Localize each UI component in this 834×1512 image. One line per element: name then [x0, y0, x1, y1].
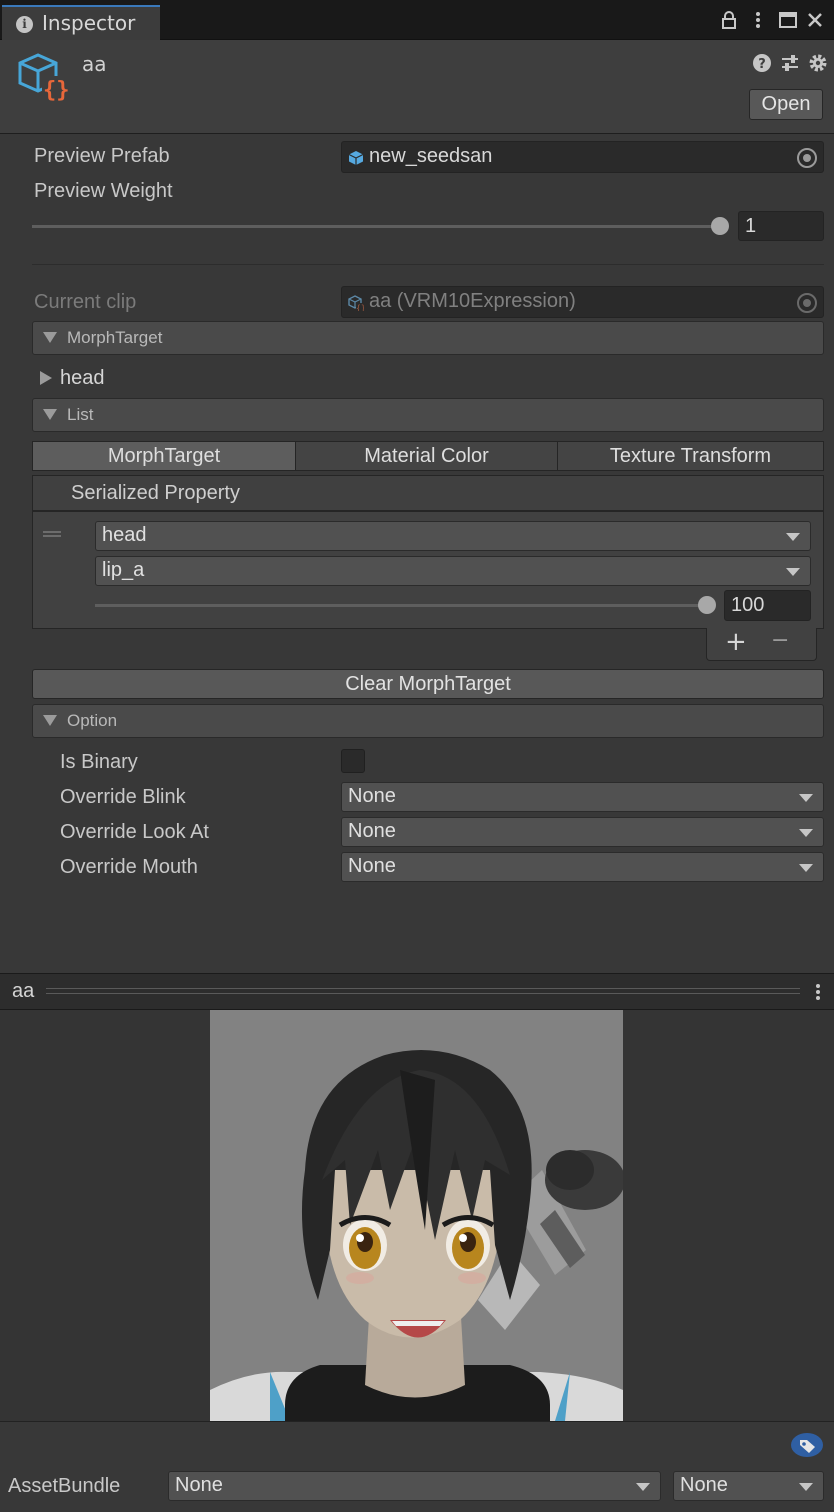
drag-handle-icon[interactable]: [43, 531, 61, 537]
mesh-dropdown[interactable]: head: [95, 521, 811, 551]
current-clip-field: {} aa (VRM10Expression): [341, 286, 824, 318]
maximize-icon[interactable]: [778, 10, 798, 30]
override-mouth-label: Override Mouth: [60, 856, 198, 878]
asset-bundle-variant-value: None: [680, 1474, 728, 1496]
override-look-at-value: None: [348, 820, 396, 842]
list-header: Serialized Property: [32, 475, 824, 511]
kebab-menu-icon[interactable]: [749, 10, 767, 30]
foldout-expanded-icon: [43, 715, 57, 726]
tab-texture-transform[interactable]: Texture Transform: [558, 442, 823, 470]
list-foldout[interactable]: List: [32, 398, 824, 432]
list-footer: + −: [706, 627, 817, 661]
foldout-expanded-icon: [43, 409, 57, 420]
help-icon[interactable]: ?: [752, 53, 772, 73]
open-button[interactable]: Open: [749, 89, 823, 120]
is-binary-checkbox[interactable]: [341, 749, 365, 773]
blendshape-dropdown[interactable]: lip_a: [95, 556, 811, 586]
override-mouth-value: None: [348, 855, 396, 877]
override-blink-label: Override Blink: [60, 786, 186, 808]
chevron-down-icon: [786, 568, 800, 576]
preview-header[interactable]: aa: [0, 973, 834, 1010]
preview-prefab-field[interactable]: new_seedsan: [341, 141, 824, 173]
asset-bundle-name-dropdown[interactable]: None: [168, 1471, 661, 1501]
chevron-down-icon: [799, 1483, 813, 1491]
override-look-at-dropdown[interactable]: None: [341, 817, 824, 847]
asset-labels-icon[interactable]: [790, 1432, 824, 1458]
preview-menu-icon[interactable]: [812, 982, 824, 1002]
tab-inspector[interactable]: i Inspector: [2, 5, 160, 40]
inspector-header: [0, 40, 834, 134]
preview-weight-label: Preview Weight: [34, 180, 173, 202]
is-binary-label: Is Binary: [60, 751, 138, 773]
mesh-dropdown-value: head: [102, 524, 147, 546]
preview-resize-handle[interactable]: [46, 988, 800, 994]
tab-morphtarget[interactable]: MorphTarget: [33, 442, 296, 470]
chevron-down-icon: [799, 829, 813, 837]
clip-picker-icon: [797, 293, 817, 313]
chevron-down-icon: [799, 864, 813, 872]
chevron-down-icon: [799, 794, 813, 802]
override-look-at-label: Override Look At: [60, 821, 209, 843]
head-item-label[interactable]: head: [60, 367, 105, 390]
list-header-label: Serialized Property: [71, 482, 240, 504]
list-foldout-label: List: [67, 405, 94, 424]
current-clip-value: aa (VRM10Expression): [369, 290, 576, 312]
model-preview[interactable]: [210, 1010, 623, 1421]
weight-slider-thumb[interactable]: [698, 596, 716, 614]
svg-text:?: ?: [758, 57, 766, 72]
foldout-collapsed-icon[interactable]: [40, 371, 52, 385]
option-foldout[interactable]: Option: [32, 704, 824, 738]
asset-bundle-label: AssetBundle: [8, 1475, 121, 1497]
foldout-expanded-icon: [43, 332, 57, 343]
character-preview-image: [210, 1010, 623, 1421]
override-blink-dropdown[interactable]: None: [341, 782, 824, 812]
add-button[interactable]: +: [725, 627, 747, 657]
svg-text:{}: {}: [43, 78, 70, 102]
option-foldout-label: Option: [67, 711, 118, 730]
info-icon: i: [16, 16, 33, 33]
presets-icon[interactable]: [780, 53, 800, 73]
lock-icon[interactable]: [720, 10, 738, 30]
separator: [32, 264, 824, 265]
svg-text:{}: {}: [356, 304, 364, 312]
clear-morphtarget-button[interactable]: Clear MorphTarget: [32, 669, 824, 699]
settings-icon[interactable]: [807, 52, 829, 74]
weight-input[interactable]: 100: [724, 590, 811, 621]
expression-asset-icon: {}: [18, 53, 70, 102]
blendshape-dropdown-value: lip_a: [102, 559, 145, 581]
asset-bundle-name-value: None: [175, 1474, 223, 1496]
expression-clip-icon: {}: [348, 295, 364, 311]
override-mouth-dropdown[interactable]: None: [341, 852, 824, 882]
preview-prefab-value: new_seedsan: [369, 145, 493, 167]
current-clip-label: Current clip: [34, 291, 137, 313]
preview-prefab-label: Preview Prefab: [34, 145, 170, 167]
remove-button[interactable]: −: [771, 628, 789, 653]
override-blink-value: None: [348, 785, 396, 807]
close-icon[interactable]: [806, 10, 824, 30]
asset-bundle-variant-dropdown[interactable]: None: [673, 1471, 824, 1501]
object-picker-icon[interactable]: [797, 148, 817, 168]
morphtarget-foldout[interactable]: MorphTarget: [32, 321, 824, 355]
preview-title: aa: [12, 980, 35, 1002]
asset-name: aa: [82, 52, 107, 76]
chevron-down-icon: [636, 1483, 650, 1491]
chevron-down-icon: [786, 533, 800, 541]
tab-title: Inspector: [42, 11, 136, 35]
binding-type-toolbar: MorphTarget Material Color Texture Trans…: [32, 441, 824, 471]
prefab-icon: [348, 151, 364, 165]
tab-material-color[interactable]: Material Color: [296, 442, 558, 470]
weight-slider-track[interactable]: [95, 604, 707, 607]
preview-weight-slider-thumb[interactable]: [711, 217, 729, 235]
morphtarget-foldout-label: MorphTarget: [67, 328, 163, 347]
preview-weight-input[interactable]: 1: [738, 211, 824, 241]
preview-weight-slider-track[interactable]: [32, 225, 720, 228]
